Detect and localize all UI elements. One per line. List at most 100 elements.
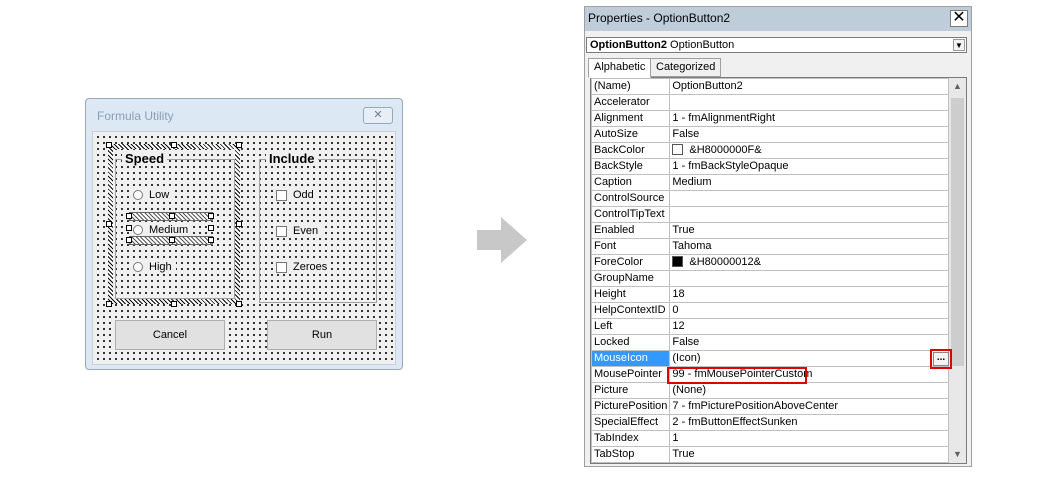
tab-categorized[interactable]: Categorized — [650, 58, 722, 77]
property-name[interactable]: Height — [591, 286, 671, 303]
scroll-down-icon[interactable]: ▼ — [949, 446, 966, 463]
property-row[interactable]: Alignment 1 - fmAlignmentRight — [591, 110, 949, 127]
property-value[interactable]: (None) — [669, 382, 949, 399]
property-value[interactable]: 0 — [669, 302, 949, 319]
property-value[interactable] — [669, 206, 949, 223]
property-value[interactable]: &H80000012& — [669, 254, 949, 271]
property-name[interactable]: SpecialEffect — [591, 414, 671, 431]
property-value[interactable]: 2 - fmButtonEffectSunken — [669, 414, 949, 431]
option-high[interactable]: High — [133, 261, 176, 273]
property-value[interactable] — [669, 270, 949, 287]
property-row[interactable]: Locked False — [591, 334, 949, 351]
property-name[interactable]: AutoSize — [591, 126, 671, 143]
scrollbar-thumb[interactable] — [951, 98, 964, 366]
property-value[interactable]: (Icon) — [669, 350, 949, 367]
chevron-down-icon[interactable]: ▼ — [953, 39, 965, 51]
property-row[interactable]: Picture (None) — [591, 382, 949, 399]
resize-handle[interactable] — [126, 213, 132, 219]
resize-handle[interactable] — [171, 301, 177, 307]
property-name[interactable]: Alignment — [591, 110, 671, 127]
property-row[interactable]: GroupName — [591, 270, 949, 287]
resize-handle[interactable] — [236, 221, 242, 227]
property-row[interactable]: TabStop True — [591, 446, 949, 463]
property-row[interactable]: ControlTipText — [591, 206, 949, 223]
property-name[interactable]: BackColor — [591, 142, 671, 159]
close-icon[interactable]: ✕ — [363, 107, 393, 124]
property-row[interactable]: Height 18 — [591, 286, 949, 303]
checkbox-odd[interactable]: Odd — [276, 189, 318, 201]
vertical-scrollbar[interactable]: ▲ ▼ — [949, 78, 966, 463]
resize-handle[interactable] — [106, 142, 112, 148]
property-row[interactable]: BackStyle 1 - fmBackStyleOpaque — [591, 158, 949, 175]
property-row[interactable]: SpecialEffect 2 - fmButtonEffectSunken — [591, 414, 949, 431]
property-name[interactable]: TabIndex — [591, 430, 671, 447]
property-row[interactable]: Left 12 — [591, 318, 949, 335]
property-value[interactable] — [669, 94, 949, 111]
property-name[interactable]: Font — [591, 238, 671, 255]
property-value[interactable]: True — [669, 446, 949, 463]
property-row[interactable]: TabIndex 1 — [591, 430, 949, 447]
property-value[interactable]: 1 - fmBackStyleOpaque — [669, 158, 949, 175]
property-value[interactable]: 18 — [669, 286, 949, 303]
resize-handle[interactable] — [208, 225, 214, 231]
resize-handle[interactable] — [236, 301, 242, 307]
option-low[interactable]: Low — [133, 189, 174, 201]
property-name[interactable]: ForeColor — [591, 254, 671, 271]
resize-handle[interactable] — [169, 213, 175, 219]
property-value[interactable] — [669, 190, 949, 207]
property-row[interactable]: Accelerator — [591, 94, 949, 111]
property-name[interactable]: BackStyle — [591, 158, 671, 175]
property-row[interactable]: ForeColor &H80000012& — [591, 254, 949, 271]
property-row[interactable]: Caption Medium — [591, 174, 949, 191]
property-value[interactable]: Medium — [669, 174, 949, 191]
property-name[interactable]: ControlTipText — [591, 206, 671, 223]
property-name[interactable]: HelpContextID — [591, 302, 671, 319]
property-value[interactable]: True — [669, 222, 949, 239]
property-row[interactable]: BackColor &H8000000F& — [591, 142, 949, 159]
object-selector-dropdown[interactable]: OptionButton2 OptionButton ▼ — [586, 37, 967, 53]
property-value[interactable]: 7 - fmPicturePositionAboveCenter — [669, 398, 949, 415]
property-name[interactable]: Locked — [591, 334, 671, 351]
property-value[interactable]: False — [669, 334, 949, 351]
resize-handle[interactable] — [106, 301, 112, 307]
property-name[interactable]: Picture — [591, 382, 671, 399]
resize-handle[interactable] — [208, 213, 214, 219]
property-value[interactable]: False — [669, 126, 949, 143]
property-name[interactable]: PicturePosition — [591, 398, 671, 415]
property-value[interactable]: 12 — [669, 318, 949, 335]
resize-handle[interactable] — [208, 237, 214, 243]
option-medium[interactable]: Medium — [133, 224, 193, 236]
resize-handle[interactable] — [126, 225, 132, 231]
checkbox-zeroes[interactable]: Zeroes — [276, 261, 332, 273]
property-name[interactable]: GroupName — [591, 270, 671, 287]
resize-handle[interactable] — [106, 221, 112, 227]
resize-handle[interactable] — [169, 237, 175, 243]
property-name[interactable]: Accelerator — [591, 94, 671, 111]
property-value[interactable]: &H8000000F& — [669, 142, 949, 159]
property-name[interactable]: Caption — [591, 174, 671, 191]
property-row[interactable]: MouseIcon (Icon) — [591, 350, 949, 367]
property-value[interactable]: 1 — [669, 430, 949, 447]
property-value[interactable]: OptionButton2 — [669, 78, 949, 95]
resize-handle[interactable] — [236, 142, 242, 148]
property-row[interactable]: HelpContextID 0 — [591, 302, 949, 319]
property-value[interactable]: 1 - fmAlignmentRight — [669, 110, 949, 127]
close-icon[interactable]: ✕ — [950, 10, 968, 27]
scroll-up-icon[interactable]: ▲ — [949, 78, 966, 95]
checkbox-even[interactable]: Even — [276, 225, 323, 237]
property-name[interactable]: TabStop — [591, 446, 671, 463]
property-row[interactable]: Font Tahoma — [591, 238, 949, 255]
property-name[interactable]: MouseIcon — [591, 350, 671, 367]
resize-handle[interactable] — [171, 142, 177, 148]
property-name[interactable]: MousePointer — [591, 366, 671, 383]
property-row[interactable]: AutoSize False — [591, 126, 949, 143]
property-row[interactable]: PicturePosition 7 - fmPicturePositionAbov… — [591, 398, 949, 415]
property-value[interactable]: Tahoma — [669, 238, 949, 255]
property-name[interactable]: ControlSource — [591, 190, 671, 207]
property-row[interactable]: ControlSource — [591, 190, 949, 207]
property-row[interactable]: (Name) OptionButton2 — [591, 78, 949, 95]
resize-handle[interactable] — [126, 237, 132, 243]
run-button[interactable]: Run — [267, 320, 377, 350]
property-name[interactable]: (Name) — [591, 78, 671, 95]
property-name[interactable]: Enabled — [591, 222, 671, 239]
